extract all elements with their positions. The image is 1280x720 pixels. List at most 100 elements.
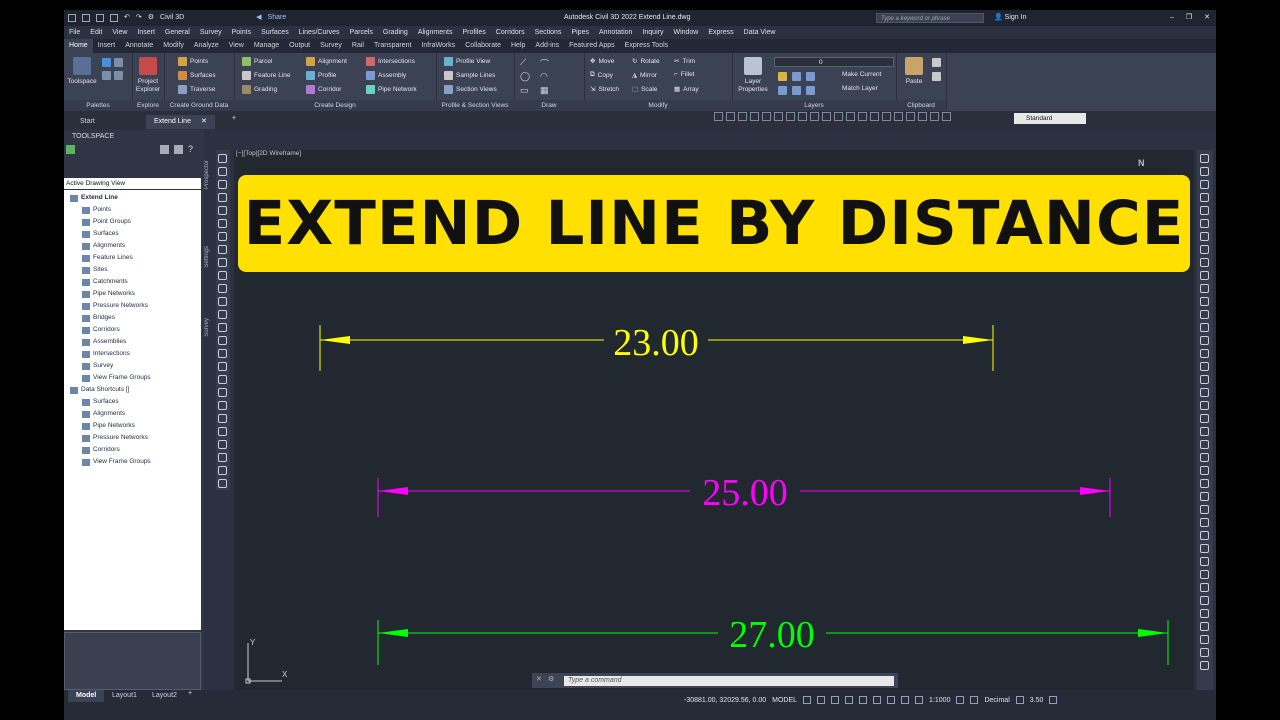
dim-ordinate-icon[interactable] [750, 112, 759, 121]
extend-line-tab[interactable]: Extend Line ✕ [146, 115, 215, 129]
dimension-25[interactable]: 25.00 [377, 472, 1111, 517]
draw-tool-icon[interactable] [218, 323, 227, 332]
modify-tool-icon[interactable] [1200, 466, 1209, 475]
help-search-input[interactable]: Type a keyword or phrase [876, 13, 984, 23]
dim-angular-icon[interactable] [798, 112, 807, 121]
quick-properties-icon[interactable] [1015, 696, 1024, 704]
modify-tool-icon[interactable] [1200, 310, 1209, 319]
modify-tool-icon[interactable] [1200, 479, 1209, 488]
tree-item[interactable]: Surfaces [82, 228, 119, 240]
draw-tool-icon[interactable] [218, 180, 227, 189]
share-button[interactable]: Share [268, 10, 287, 26]
modify-tool-icon[interactable] [1200, 531, 1209, 540]
modify-tool-icon[interactable] [1200, 193, 1209, 202]
dim-aligned-icon[interactable] [726, 112, 735, 121]
modify-tool-icon[interactable] [1200, 596, 1209, 605]
units-display[interactable]: Decimal [984, 697, 1009, 704]
layers-panel-title[interactable]: Layers [732, 100, 896, 111]
surfaces-button[interactable]: Surfaces [178, 71, 216, 80]
draw-tool-icon[interactable] [218, 401, 227, 410]
layer-isolate-icon[interactable] [778, 86, 787, 95]
menu-data-view[interactable]: Data View [739, 26, 781, 39]
dim-quick-icon[interactable] [810, 112, 819, 121]
annotation-visibility-icon[interactable] [915, 696, 924, 704]
alignment-button[interactable]: Alignment [306, 57, 347, 66]
menu-lines-curves[interactable]: Lines/Curves [294, 26, 345, 39]
dim-baseline-icon[interactable] [822, 112, 831, 121]
ribbon-tab-output[interactable]: Output [284, 39, 315, 53]
ribbon-tab-modify[interactable]: Modify [158, 39, 189, 53]
snap-icon[interactable] [817, 696, 826, 704]
new-tab-icon[interactable]: + [232, 115, 236, 122]
layer-off-icon[interactable] [792, 86, 801, 95]
tree-item[interactable]: Survey [82, 360, 113, 372]
modify-panel-title[interactable]: Modify [584, 100, 732, 111]
tree-item[interactable]: Extend Line [70, 192, 118, 204]
points-button[interactable]: Points [178, 57, 208, 66]
menu-file[interactable]: File [64, 26, 85, 39]
modify-tool-icon[interactable] [1200, 622, 1209, 631]
print-icon[interactable] [110, 14, 118, 22]
modify-tool-icon[interactable] [1200, 375, 1209, 384]
layer-dropdown[interactable]: 0 [774, 57, 894, 67]
help-icon[interactable]: ? [188, 144, 193, 154]
draw-tool-icon[interactable] [218, 336, 227, 345]
command-input[interactable]: Type a command [564, 676, 894, 686]
modify-tool-icon[interactable] [1200, 154, 1209, 163]
make-current-button[interactable]: Make Current [842, 71, 881, 78]
parcel-button[interactable]: Parcel [242, 57, 272, 66]
ribbon-tab-view[interactable]: View [224, 39, 249, 53]
polyline-icon[interactable]: ⌒ [540, 57, 549, 70]
trim-button[interactable]: ✂ Trim [674, 57, 695, 66]
dim-radius-icon[interactable] [762, 112, 771, 121]
menu-insert[interactable]: Insert [132, 26, 160, 39]
corridor-button[interactable]: Corridor [306, 85, 341, 94]
modify-tool-icon[interactable] [1200, 232, 1209, 241]
dimension-27[interactable]: 27.00 [377, 614, 1169, 665]
layer-lock-icon[interactable] [806, 72, 815, 81]
menu-edit[interactable]: Edit [85, 26, 107, 39]
menu-annotation[interactable]: Annotation [594, 26, 637, 39]
modify-tool-icon[interactable] [1200, 258, 1209, 267]
menu-inquiry[interactable]: Inquiry [637, 26, 668, 39]
dim-edit-icon[interactable] [918, 112, 927, 121]
arc-icon[interactable]: ◠ [540, 71, 548, 82]
draw-tool-icon[interactable] [218, 414, 227, 423]
dim-jogged-icon[interactable] [774, 112, 783, 121]
profile-button[interactable]: Profile [306, 71, 336, 80]
modify-tool-icon[interactable] [1200, 661, 1209, 670]
dim-continue-icon[interactable] [834, 112, 843, 121]
modify-tool-icon[interactable] [1200, 518, 1209, 527]
ribbon-tab-rail[interactable]: Rail [347, 39, 369, 53]
ribbon-tab-analyze[interactable]: Analyze [189, 39, 224, 53]
dim-linear-icon[interactable] [714, 112, 723, 121]
new-icon[interactable] [68, 14, 76, 22]
tree-item[interactable]: Corridors [82, 444, 120, 456]
dimension-23[interactable]: 23.00 [319, 322, 994, 371]
draw-tool-icon[interactable] [218, 284, 227, 293]
dim-tolerance-icon[interactable] [870, 112, 879, 121]
layout1-tab[interactable]: Layout1 [104, 690, 145, 702]
project-explorer-button[interactable]: Project Explorer [134, 57, 162, 94]
menu-sections[interactable]: Sections [530, 26, 567, 39]
draw-tool-icon[interactable] [218, 388, 227, 397]
ribbon-tab-express-tools[interactable]: Express Tools [620, 39, 673, 53]
menu-surfaces[interactable]: Surfaces [256, 26, 294, 39]
dim-textedit-icon[interactable] [930, 112, 939, 121]
close-icon[interactable]: ✕ [1204, 10, 1210, 26]
tree-item[interactable]: View Frame Groups [82, 456, 151, 468]
toolspace-options-icon[interactable] [160, 145, 169, 154]
ribbon-tab-collaborate[interactable]: Collaborate [460, 39, 506, 53]
draw-tool-icon[interactable] [218, 232, 227, 241]
ortho-icon[interactable] [831, 696, 840, 704]
draw-tool-icon[interactable] [218, 375, 227, 384]
tree-item[interactable]: Point Groups [82, 216, 131, 228]
tree-item[interactable]: Alignments [82, 240, 125, 252]
copy-clip-icon[interactable] [932, 72, 941, 81]
modify-tool-icon[interactable] [1200, 440, 1209, 449]
modify-tool-icon[interactable] [1200, 219, 1209, 228]
ribbon-tab-add-ins[interactable]: Add-ins [530, 39, 564, 53]
start-tab[interactable]: Start [72, 115, 103, 129]
layer-properties-button[interactable]: Layer Properties [736, 57, 770, 94]
modify-tool-icon[interactable] [1200, 349, 1209, 358]
